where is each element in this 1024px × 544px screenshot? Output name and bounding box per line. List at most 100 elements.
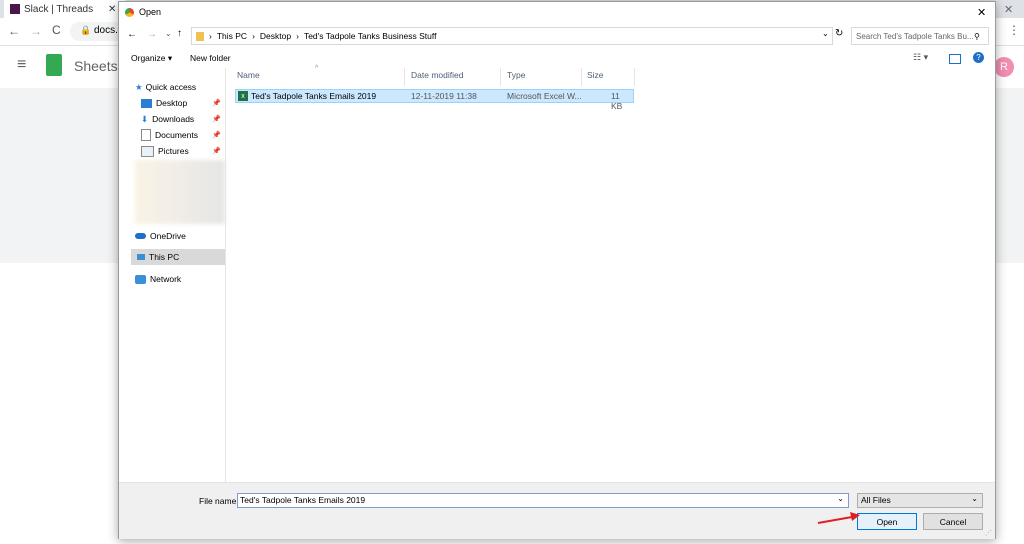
back-icon[interactable]: ← <box>8 24 20 38</box>
excel-file-icon: x <box>238 91 248 101</box>
file-type-filter[interactable]: All Files ⌄ <box>857 493 983 508</box>
dialog-titlebar: Open ✕ <box>119 2 995 24</box>
column-divider[interactable] <box>500 68 501 86</box>
nav-desktop[interactable]: Desktop 📌 <box>141 95 225 111</box>
search-input[interactable]: Search Ted's Tadpole Tanks Bu... ⚲ <box>851 27 989 45</box>
nav-pictures[interactable]: Pictures 📌 <box>141 143 225 159</box>
open-label: Open <box>876 516 898 527</box>
computer-icon <box>137 254 145 260</box>
dialog-toolbar: Organize ▾ New folder ☷ ▾ ? <box>119 49 995 68</box>
search-placeholder: Search Ted's Tadpole Tanks Bu... <box>856 31 974 41</box>
pin-icon: 📌 <box>212 148 221 155</box>
app-name: Sheets <box>74 58 118 74</box>
folder-icon <box>196 31 204 41</box>
forward-icon[interactable]: → <box>30 24 42 38</box>
column-date[interactable]: Date modified <box>411 70 463 80</box>
pin-icon: 📌 <box>212 116 221 123</box>
column-header-row: ^ Name Date modified Type Size <box>226 65 635 86</box>
preview-pane-icon[interactable] <box>949 54 961 64</box>
pictures-icon <box>141 145 154 157</box>
breadcrumb-sep: › <box>209 31 212 41</box>
forward-arrow-icon[interactable]: → <box>147 29 157 40</box>
tab-close-icon[interactable]: ✕ <box>108 4 116 15</box>
column-type[interactable]: Type <box>507 70 525 80</box>
avatar-letter: R <box>1000 61 1008 73</box>
column-divider[interactable] <box>581 68 582 86</box>
nav-onedrive[interactable]: OneDrive <box>135 228 225 244</box>
cancel-label: Cancel <box>939 516 967 527</box>
chevron-down-icon[interactable]: ⌄ <box>822 29 829 38</box>
column-size[interactable]: Size <box>587 70 604 80</box>
organize-button[interactable]: Organize ▾ <box>131 53 172 64</box>
file-date: 12-11-2019 11:38 <box>411 91 477 101</box>
breadcrumb-sep: › <box>252 31 255 41</box>
nav-this-pc[interactable]: This PC <box>131 249 225 265</box>
file-type: Microsoft Excel W... <box>507 91 582 101</box>
file-list: ^ Name Date modified Type Size x Ted's T… <box>226 65 995 482</box>
help-icon[interactable]: ? <box>973 52 984 63</box>
blurred-items <box>135 160 225 224</box>
reload-icon[interactable]: C <box>52 23 61 37</box>
hamburger-icon[interactable]: ≡ <box>17 56 26 74</box>
sort-indicator-icon: ^ <box>315 65 319 72</box>
desktop-icon <box>141 98 152 108</box>
column-name[interactable]: Name <box>237 70 260 80</box>
nav-downloads[interactable]: ⬇ Downloads 📌 <box>141 111 225 127</box>
view-options-icon[interactable]: ☷ ▾ <box>913 52 928 63</box>
breadcrumb-desktop[interactable]: Desktop <box>260 31 291 41</box>
up-arrow-icon[interactable]: ↑ <box>177 28 182 39</box>
file-name-label: File name: <box>199 496 239 506</box>
back-arrow-icon[interactable]: ← <box>127 29 137 40</box>
resize-grip-icon[interactable]: ⋰ <box>985 529 992 537</box>
close-icon[interactable]: ✕ <box>977 6 986 19</box>
refresh-icon[interactable]: ↻ <box>835 28 843 39</box>
column-divider[interactable] <box>634 68 635 86</box>
nav-label: Documents <box>155 130 198 140</box>
nav-documents[interactable]: Documents 📌 <box>141 127 225 143</box>
file-name-value: Ted's Tadpole Tanks Emails 2019 <box>240 495 366 505</box>
file-name-input[interactable]: Ted's Tadpole Tanks Emails 2019 ⌄ <box>237 493 849 508</box>
network-icon <box>135 274 146 284</box>
browser-tab-slack[interactable]: Slack | Threads ✕ <box>4 0 126 18</box>
breadcrumb-this-pc[interactable]: This PC <box>217 31 247 41</box>
avatar[interactable]: R <box>994 57 1014 77</box>
navigation-row: ← → ⌄ ↑ › This PC › Desktop › Ted's Tadp… <box>119 24 995 48</box>
chevron-down-icon[interactable]: ⌄ <box>837 494 844 503</box>
chrome-icon <box>125 8 134 17</box>
search-icon: ⚲ <box>974 31 980 41</box>
menu-dots-icon[interactable]: ⋮ <box>1008 23 1020 37</box>
chevron-down-icon: ⌄ <box>971 494 978 503</box>
cloud-icon <box>135 233 146 239</box>
window-close-icon[interactable]: ✕ <box>1004 3 1013 16</box>
breadcrumb-folder[interactable]: Ted's Tadpole Tanks Business Stuff <box>304 31 437 41</box>
table-row[interactable]: x Ted's Tadpole Tanks Emails 2019 12-11-… <box>235 89 634 111</box>
pin-icon: 📌 <box>212 132 221 139</box>
nav-label: Network <box>150 274 182 284</box>
dialog-footer: File name: Ted's Tadpole Tanks Emails 20… <box>119 482 995 539</box>
nav-label: Pictures <box>158 146 189 156</box>
recent-dropdown-icon[interactable]: ⌄ <box>165 29 172 38</box>
cancel-button[interactable]: Cancel <box>923 513 983 530</box>
nav-label: This PC <box>149 252 180 262</box>
nav-label: OneDrive <box>150 231 186 241</box>
download-icon: ⬇ <box>141 113 149 124</box>
new-folder-button[interactable]: New folder <box>190 53 231 63</box>
nav-label: Desktop <box>156 98 188 108</box>
breadcrumb[interactable]: › This PC › Desktop › Ted's Tadpole Tank… <box>191 27 833 45</box>
star-icon: ★ <box>135 81 143 92</box>
file-size: 11 KB <box>611 91 623 111</box>
column-divider[interactable] <box>404 68 405 86</box>
file-name: Ted's Tadpole Tanks Emails 2019 <box>251 91 377 101</box>
tab-label: Slack | Threads <box>24 3 94 15</box>
open-dialog: Open ✕ ← → ⌄ ↑ › This PC › Desktop › Ted… <box>118 1 996 539</box>
nav-label: Quick access <box>145 82 197 92</box>
pin-icon: 📌 <box>212 100 221 107</box>
lock-icon: 🔒 <box>80 25 92 35</box>
nav-label: Downloads <box>152 114 195 124</box>
nav-network[interactable]: Network <box>135 271 225 287</box>
dialog-title: Open <box>139 7 162 17</box>
open-button[interactable]: Open <box>857 513 917 530</box>
annotation-arrow <box>817 512 860 524</box>
breadcrumb-sep: › <box>296 31 299 41</box>
slack-icon <box>10 4 20 14</box>
